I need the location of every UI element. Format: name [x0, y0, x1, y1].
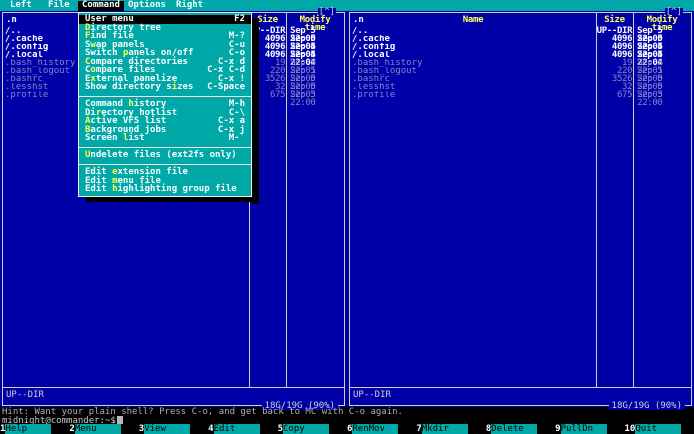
- right-column-header-size[interactable]: Size: [597, 16, 632, 25]
- menu-item-label: Screen list: [85, 133, 145, 143]
- file-name: /.local: [352, 51, 390, 59]
- fkey-button-view[interactable]: 3 View: [139, 424, 208, 434]
- hint-line: Hint: Want your plain shell? Press C-o, …: [2, 407, 403, 417]
- file-size: 675: [616, 90, 633, 100]
- menu-item[interactable]: Screen list M-`: [79, 134, 251, 143]
- menu-item-label: Show directory sizes: [85, 82, 194, 92]
- file-name: .profile: [352, 91, 396, 99]
- fkey-button-pulldn[interactable]: 9 PullDn: [555, 424, 624, 434]
- menu-item-hotkey: l: [122, 133, 129, 143]
- fkey-number: 10: [624, 424, 636, 434]
- file-name: /..: [352, 27, 369, 35]
- file-mtime: Sep 5 22:00: [290, 90, 316, 108]
- file-name: .bashrc: [352, 75, 390, 83]
- menu-item-hotkey: h: [112, 184, 118, 194]
- fkey-button-delete[interactable]: 8 Delete: [486, 424, 555, 434]
- fkey-label: Edit: [213, 424, 260, 434]
- file-name: .bash_history: [352, 59, 423, 67]
- menu-file[interactable]: File: [44, 1, 74, 11]
- right-ministatus: UP--DIR: [353, 390, 391, 400]
- menu-options[interactable]: Options: [124, 1, 170, 11]
- menu-item[interactable]: Edit highlighting group file: [79, 185, 251, 194]
- menu-right[interactable]: Right: [172, 1, 207, 11]
- right-free-space: 18G/19G (90%): [608, 402, 685, 411]
- file-name: /.config: [352, 43, 396, 51]
- panel-area: [^] .n Name Size Modify time /..UP--DIRS…: [0, 8, 694, 411]
- menu-item-label: Edit highlighting group file: [85, 184, 237, 194]
- menu-item-hotkey: i: [171, 82, 178, 92]
- fkey-button-edit[interactable]: 4 Edit: [208, 424, 277, 434]
- menu-left[interactable]: Left: [6, 1, 36, 11]
- menu-item-shortcut: F2: [234, 14, 245, 24]
- menu-separator: [79, 143, 251, 152]
- fkey-label: Mkdir: [421, 424, 468, 434]
- fkey-button-menu[interactable]: 2 Menu: [69, 424, 138, 434]
- fkey-label: Quit: [635, 424, 682, 434]
- fkey-label: Copy: [282, 424, 329, 434]
- fkey-button-quit[interactable]: 10 Quit: [625, 424, 694, 434]
- fkey-label: RenMov: [352, 424, 399, 434]
- fkey-label: View: [144, 424, 191, 434]
- right-column-header-name[interactable]: Name: [350, 16, 596, 25]
- menu-command[interactable]: Command: [78, 1, 124, 11]
- function-key-bar: 1 Help 2 Menu 3 View 4 Edit 5 Copy 6 RenMov 7 Mkdir 8 D…: [0, 424, 694, 434]
- menu-shadow: [252, 18, 259, 204]
- right-column-header-mtime[interactable]: Modify time: [634, 16, 690, 33]
- file-name: .bash_logout: [352, 67, 418, 75]
- menu-shadow: [86, 196, 259, 202]
- ministatus-divider: [350, 387, 691, 388]
- text-cursor: [116, 416, 123, 424]
- command-dropdown-menu: User menu F2 Directory tree Find file M-? Swa…: [78, 12, 252, 197]
- file-row[interactable]: .profile 675 Sep 5 22:00: [350, 90, 691, 108]
- file-name: .lesshst: [352, 83, 396, 91]
- file-mtime: Sep 5 22:00: [637, 90, 663, 108]
- fkey-label: PullDn: [560, 424, 607, 434]
- fkey-label: Delete: [491, 424, 538, 434]
- menu-item[interactable]: Undelete files (ext2fs only): [79, 151, 251, 160]
- fkey-button-renmov[interactable]: 6 RenMov: [347, 424, 416, 434]
- menu-bar: Left File Command Options Right: [0, 0, 694, 11]
- menu-item-hotkey: U: [85, 150, 91, 160]
- left-ministatus: UP--DIR: [6, 390, 44, 400]
- right-panel: [^] .n Name Size Modify time /.. UP--DIR S…: [349, 8, 692, 411]
- right-panel-files: /.. UP--DIR Sep 5 22:00/.cache 4096 Sep 5 22…: [350, 27, 691, 108]
- fkey-label: Help: [5, 424, 52, 434]
- menu-item-label: Undelete files (ext2fs only): [85, 150, 237, 160]
- menu-item-shortcut: M-`: [228, 133, 245, 143]
- left-column-header-mtime[interactable]: Modify time: [287, 16, 343, 33]
- ministatus-divider: [3, 387, 344, 388]
- menu-separator: [79, 160, 251, 169]
- file-name: /.cache: [352, 35, 390, 43]
- menu-item-shortcut: C-Space: [207, 82, 245, 92]
- fkey-button-mkdir[interactable]: 7 Mkdir: [416, 424, 485, 434]
- menu-item[interactable]: Show directory sizes C-Space: [79, 83, 251, 92]
- fkey-label: Menu: [74, 424, 121, 434]
- menu-separator: [79, 92, 251, 101]
- fkey-button-copy[interactable]: 5 Copy: [278, 424, 347, 434]
- fkey-button-help[interactable]: 1 Help: [0, 424, 69, 434]
